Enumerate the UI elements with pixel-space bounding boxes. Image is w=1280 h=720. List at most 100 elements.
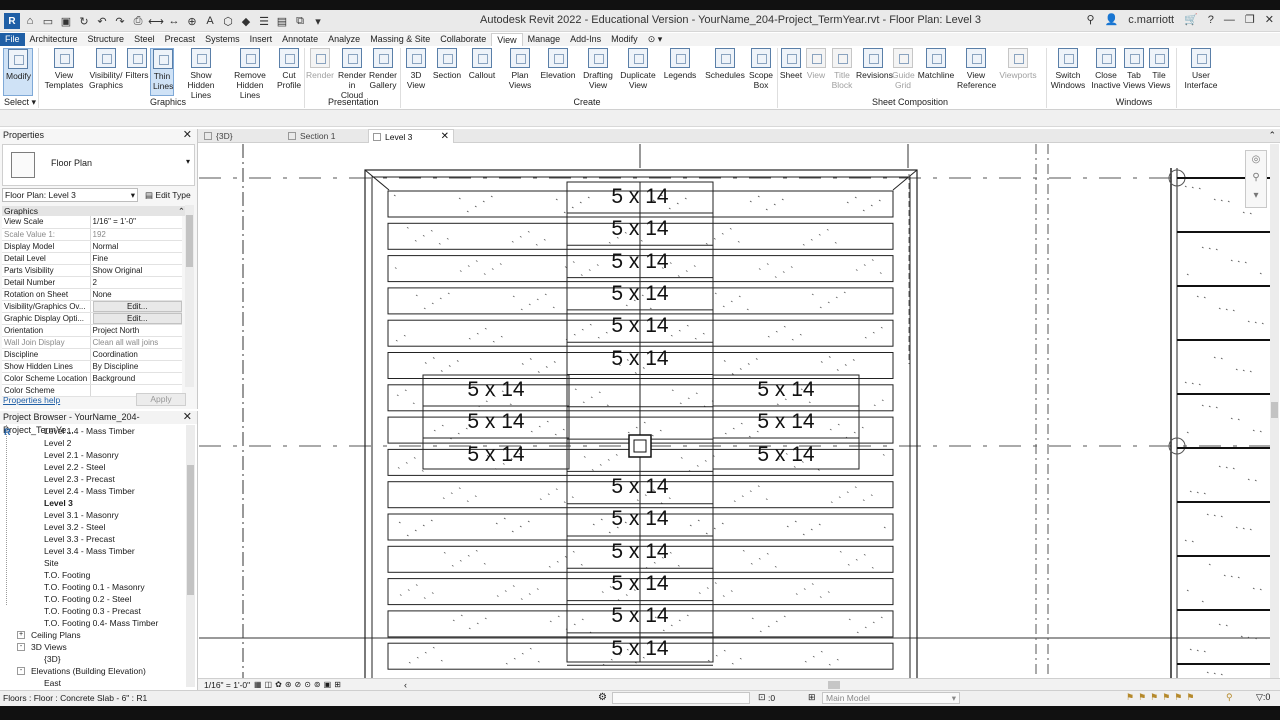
tab-structure[interactable]: Structure [83, 33, 130, 46]
show-hidden-lines-button[interactable]: Show Hidden Lines [177, 48, 225, 100]
browser-item[interactable]: Level 3.3 - Precast [44, 533, 115, 545]
maximize-icon[interactable]: ❐ [1245, 13, 1255, 26]
user-interface-button[interactable]: User Interface [1182, 48, 1220, 90]
help-icon[interactable]: ? [1208, 14, 1214, 26]
beam-size-tag[interactable]: 5 x 14 [567, 572, 713, 595]
tab-views-button[interactable]: Tab Views [1123, 48, 1146, 90]
property-value[interactable]: Fine [90, 252, 182, 265]
beam-size-tag[interactable]: 5 x 14 [567, 476, 713, 498]
section-button[interactable]: Section [431, 48, 463, 80]
scrollbar-thumb[interactable] [187, 465, 194, 595]
property-value[interactable]: 1/16" = 1'-0" [90, 216, 182, 229]
revisions-button[interactable]: Revisions [856, 48, 893, 80]
property-value[interactable]: Edit... [90, 312, 182, 325]
user-name[interactable]: c.marriott [1128, 14, 1174, 26]
tab-manage[interactable]: Manage [523, 33, 566, 46]
render-button[interactable]: Render [306, 48, 334, 80]
graphics-group-header[interactable]: Graphics ⌃ [2, 206, 185, 216]
thin-lines-button[interactable]: Thin Lines [150, 48, 174, 96]
drafting-view-button[interactable]: Drafting View [581, 48, 615, 90]
scrollbar-thumb[interactable] [186, 215, 193, 267]
close-hidden-icon[interactable]: ▤ [274, 13, 290, 29]
property-value[interactable]: Background [90, 372, 182, 385]
browser-item[interactable]: T.O. Footing 0.1 - Masonry [44, 581, 145, 593]
remove-hidden-lines-button[interactable]: Remove Hidden Lines [226, 48, 274, 100]
tab-insert[interactable]: Insert [245, 33, 278, 46]
apply-button[interactable]: Apply [136, 393, 186, 406]
render-gallery-button[interactable]: Render Gallery [369, 48, 397, 90]
beam-size-tag[interactable]: 5 x 14 [567, 186, 713, 208]
tab-collaborate[interactable]: Collaborate [435, 33, 491, 46]
beam-size-tag[interactable]: 5 x 14 [567, 347, 713, 370]
tab-modify[interactable]: Modify [606, 33, 643, 46]
edit-button[interactable]: Edit... [92, 300, 182, 311]
legends-button[interactable]: Legends [663, 48, 697, 80]
tab-analyze[interactable]: Analyze [323, 33, 365, 46]
view-templates-button[interactable]: View Templates [44, 48, 84, 90]
tab-systems[interactable]: Systems [200, 33, 245, 46]
tab-precast[interactable]: Precast [160, 33, 201, 46]
tab-annotate[interactable]: Annotate [277, 33, 323, 46]
beam-size-tag[interactable]: 5 x 14 [567, 637, 713, 660]
dimension-icon[interactable]: ↔ [166, 13, 182, 29]
property-value[interactable]: Show Original [90, 264, 182, 277]
close-icon[interactable]: ✕ [183, 129, 192, 142]
sheet-button[interactable]: Sheet [779, 48, 803, 80]
beam-size-tag[interactable]: 5 x 14 [567, 282, 713, 305]
beam-size-tag[interactable]: 5 x 14 [423, 379, 569, 401]
collapse-icon[interactable]: - [17, 667, 25, 675]
home-icon[interactable]: ⌂ [22, 13, 38, 29]
property-value[interactable]: Edit... [90, 300, 182, 313]
tag-icon[interactable]: ⊕ [184, 13, 200, 29]
3d-view-icon[interactable]: ⬡ [220, 13, 236, 29]
property-row[interactable]: Visibility/Graphics Ov... Edit... [2, 300, 182, 313]
browser-item[interactable]: Level 3.1 - Masonry [44, 509, 119, 521]
beam-size-tag[interactable]: 5 x 14 [567, 315, 713, 337]
property-row[interactable]: Graphic Display Opti... Edit... [2, 312, 182, 325]
browser-item[interactable]: East [44, 677, 61, 689]
search-icon[interactable]: ⚲ [1086, 13, 1094, 26]
close-inactive-button[interactable]: Close Inactive [1090, 48, 1122, 90]
ribbon-options-icon[interactable]: ⊙ ▾ [643, 33, 668, 46]
type-selector[interactable]: Floor Plan ▾ [2, 144, 195, 186]
design-options-icon[interactable]: ⊞ [808, 692, 816, 703]
user-icon[interactable]: 👤 [1105, 13, 1119, 26]
tile-views-button[interactable]: Tile Views [1148, 48, 1171, 90]
close-icon[interactable]: ✕ [1265, 13, 1274, 26]
visibility-graphics-button[interactable]: Visibility/Graphics [88, 48, 124, 90]
tab-view[interactable]: View [491, 33, 523, 46]
beam-size-tag[interactable]: 5 x 14 [713, 379, 859, 401]
edit-type-button[interactable]: ▤ Edit Type [145, 188, 191, 202]
view-reference-button[interactable]: View Reference [957, 48, 996, 90]
zoom-icon[interactable]: ⚲ [1246, 169, 1266, 187]
guide-grid-button[interactable]: Guide Grid [892, 48, 915, 90]
browser-item[interactable]: T.O. Footing 0.4- Mass Timber [44, 617, 158, 629]
tab-section-1[interactable]: Section 1 [284, 129, 364, 143]
browser-item[interactable]: Level 2.2 - Steel [44, 461, 105, 473]
selection-toggle-icons[interactable]: ⚑⚑⚑⚑⚑⚑ [1126, 692, 1198, 703]
scope-box-button[interactable]: Scope Box [748, 48, 774, 90]
plan-views-button[interactable]: Plan Views [506, 48, 534, 90]
browser-item[interactable]: Ceiling Plans [31, 629, 81, 641]
beam-size-tag[interactable]: 5 x 14 [567, 508, 713, 530]
property-row[interactable]: Display Model Normal [2, 240, 182, 253]
cut-profile-button[interactable]: Cut Profile [276, 48, 302, 90]
view-placement-button[interactable]: View [805, 48, 827, 80]
3d-view-button[interactable]: 3D View [404, 48, 428, 90]
switch-windows-button[interactable]: Switch Windows [1050, 48, 1086, 90]
render-in-cloud-button[interactable]: Render in Cloud [337, 48, 367, 100]
beam-size-tag[interactable]: 5 x 14 [567, 540, 713, 563]
worksets-icon[interactable]: ⚙ [598, 692, 607, 703]
property-row[interactable]: Rotation on Sheet None [2, 288, 182, 301]
property-value[interactable]: Project North [90, 324, 182, 337]
browser-item[interactable]: 3D Views [31, 641, 67, 653]
property-row[interactable]: Show Hidden Lines By Discipline [2, 360, 182, 373]
property-row[interactable]: Parts Visibility Show Original [2, 264, 182, 277]
steering-wheel-icon[interactable]: ◎ [1246, 151, 1266, 169]
filters-button[interactable]: Filters [125, 48, 149, 80]
customize-qat-icon[interactable]: ▾ [310, 13, 326, 29]
text-icon[interactable]: A [202, 13, 218, 29]
beam-size-tag[interactable]: 5 x 14 [713, 443, 859, 466]
beam-size-tag[interactable]: 5 x 14 [567, 250, 713, 273]
property-row[interactable]: View Scale 1/16" = 1'-0" [2, 216, 182, 229]
